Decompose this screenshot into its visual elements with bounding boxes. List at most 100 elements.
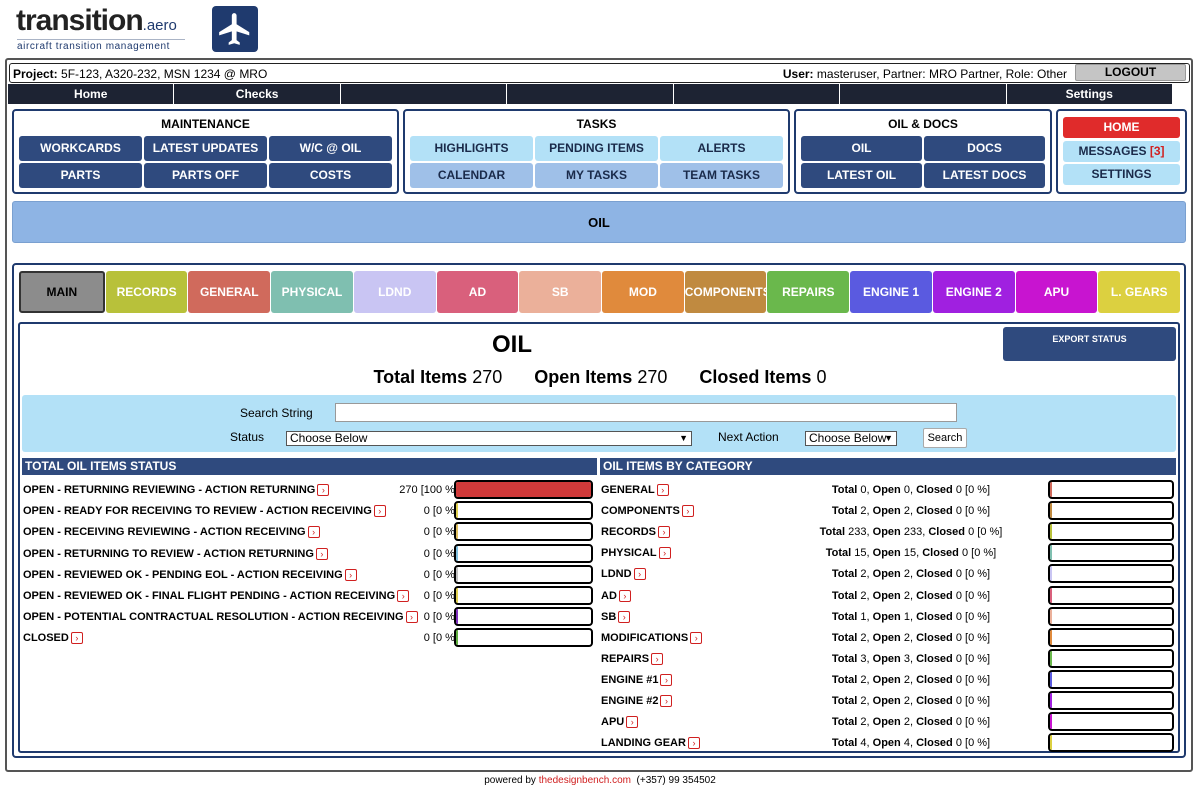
costs-button[interactable]: COSTS: [269, 163, 392, 188]
nav-checks[interactable]: Checks: [174, 84, 341, 104]
tasks-title: TASKS: [576, 117, 617, 131]
status-progress-bar: [454, 607, 593, 627]
status-row: OPEN - RETURNING REVIEWING - ACTION RETU…: [23, 480, 596, 501]
maintenance-group: MAINTENANCE WORKCARDS LATEST UPDATES W/C…: [12, 109, 399, 194]
tab-general[interactable]: GENERAL: [188, 271, 271, 313]
parts-button[interactable]: PARTS: [19, 163, 142, 188]
next-action-label: Next Action: [718, 430, 779, 444]
logout-button[interactable]: LOGOUT: [1075, 64, 1186, 81]
open-link-icon[interactable]: ›: [344, 568, 357, 581]
open-link-icon[interactable]: ›: [651, 652, 664, 665]
tab-main[interactable]: MAIN: [19, 271, 105, 313]
oil-button[interactable]: OIL: [801, 136, 922, 161]
category-row-counts: Total 2, Open 2, Closed 0 [0 %]: [831, 631, 991, 644]
tasks-group: TASKS HIGHLIGHTS PENDING ITEMS ALERTS CA…: [403, 109, 790, 194]
tab-ldnd[interactable]: LDND: [353, 271, 436, 313]
tab-physical[interactable]: PHYSICAL: [271, 271, 353, 313]
open-link-icon[interactable]: ›: [618, 610, 631, 623]
category-row-counts: Total 15, Open 15, Closed 0 [0 %]: [825, 547, 997, 560]
category-row: LDND › Total 2, Open 2, Closed 0 [0 %]: [601, 564, 1176, 585]
status-row-value: 0 [0 %]: [423, 568, 458, 581]
user-info: User: masteruser, Partner: MRO Partner, …: [782, 67, 1067, 81]
export-status-button[interactable]: EXPORT STATUS: [1003, 327, 1176, 361]
status-row: OPEN - POTENTIAL CONTRACTUAL RESOLUTION …: [23, 607, 596, 628]
status-progress-fill: [456, 609, 459, 625]
category-row-counts: Total 2, Open 2, Closed 0 [0 %]: [831, 568, 991, 581]
chevron-down-icon: ▼: [884, 433, 893, 443]
open-link-icon[interactable]: ›: [315, 547, 328, 560]
tab-sb[interactable]: SB: [519, 271, 602, 313]
messages-button[interactable]: MESSAGES [3]: [1063, 141, 1180, 162]
open-link-icon[interactable]: ›: [618, 589, 631, 602]
category-row-counts: Total 4, Open 4, Closed 0 [0 %]: [831, 737, 991, 750]
tab-components[interactable]: COMPONENTS: [684, 271, 767, 313]
category-progress-fill: [1050, 629, 1052, 645]
open-link-icon[interactable]: ›: [681, 505, 694, 518]
category-row: PHYSICAL › Total 15, Open 15, Closed 0 [0 …: [601, 543, 1176, 564]
latest-oil-button[interactable]: LATEST OIL: [801, 163, 922, 188]
search-button[interactable]: Search: [923, 428, 967, 448]
status-row: OPEN - READY FOR RECEIVING TO REVIEW - A…: [23, 501, 596, 522]
closed-items-value: 0: [816, 367, 827, 387]
latest-docs-button[interactable]: LATEST DOCS: [924, 163, 1045, 188]
status-row-value: 0 [0 %]: [423, 632, 458, 645]
latest-updates-button[interactable]: LATEST UPDATES: [144, 136, 267, 161]
workcards-button[interactable]: WORKCARDS: [19, 136, 142, 161]
open-link-icon[interactable]: ›: [687, 737, 700, 750]
status-progress-fill: [456, 630, 459, 646]
nav-home[interactable]: Home: [8, 84, 175, 104]
highlights-button[interactable]: HIGHLIGHTS: [410, 136, 533, 161]
category-progress-bar: [1048, 501, 1174, 521]
category-row: REPAIRS › Total 3, Open 3, Closed 0 [0 %]: [601, 648, 1176, 670]
category-progress-bar: [1048, 606, 1174, 626]
search-input[interactable]: [335, 403, 957, 422]
calendar-button[interactable]: CALENDAR: [410, 163, 533, 188]
open-link-icon[interactable]: ›: [70, 632, 83, 645]
tab-repairs[interactable]: REPAIRS: [767, 271, 850, 313]
tab-apu[interactable]: APU: [1015, 271, 1098, 313]
open-link-icon[interactable]: ›: [317, 484, 330, 496]
home-button[interactable]: HOME: [1063, 117, 1180, 138]
team-tasks-button[interactable]: TEAM TASKS: [660, 163, 783, 188]
docs-button[interactable]: DOCS: [924, 136, 1045, 161]
open-link-icon[interactable]: ›: [656, 484, 669, 496]
parts-off-button[interactable]: PARTS OFF: [144, 163, 267, 188]
open-link-icon[interactable]: ›: [658, 526, 671, 539]
my-tasks-button[interactable]: MY TASKS: [535, 163, 658, 188]
category-section-header: OIL ITEMS BY CATEGORY: [600, 458, 1176, 475]
status-select[interactable]: Choose Below ▼: [286, 431, 692, 446]
search-string-label: Search String: [240, 406, 313, 420]
tab-records[interactable]: RECORDS: [105, 271, 188, 313]
open-link-icon[interactable]: ›: [307, 526, 320, 539]
wc-at-oil-button[interactable]: W/C @ OIL: [269, 136, 392, 161]
open-link-icon[interactable]: ›: [660, 673, 673, 686]
open-link-icon[interactable]: ›: [633, 568, 646, 581]
tab-engine-2[interactable]: ENGINE 2: [932, 271, 1015, 313]
tab-mod[interactable]: MOD: [602, 271, 684, 313]
logo[interactable]: transition.aero aircraft transition mana…: [16, 4, 258, 52]
tab-engine-1[interactable]: ENGINE 1: [850, 271, 932, 313]
category-progress-fill: [1050, 693, 1052, 708]
status-row: OPEN - REVIEWED OK - PENDING EOL - ACTIO…: [23, 564, 596, 586]
next-action-select[interactable]: Choose Below ▼: [805, 431, 897, 446]
project-info: Project: 5F-123, A320-232, MSN 1234 @ MR…: [13, 67, 268, 81]
category-progress-bar: [1048, 733, 1174, 753]
open-link-icon[interactable]: ›: [690, 631, 703, 644]
open-link-icon[interactable]: ›: [660, 695, 673, 707]
open-link-icon[interactable]: ›: [658, 547, 671, 560]
nav-settings[interactable]: Settings: [1006, 84, 1172, 104]
settings-button[interactable]: SETTINGS: [1063, 164, 1180, 185]
chevron-down-icon: ▼: [679, 433, 688, 443]
category-row-counts: Total 2, Open 2, Closed 0 [0 %]: [831, 673, 991, 686]
category-progress-fill: [1050, 650, 1052, 666]
open-link-icon[interactable]: ›: [626, 716, 639, 729]
pending-items-button[interactable]: PENDING ITEMS: [535, 136, 658, 161]
tab-ad[interactable]: AD: [436, 271, 519, 313]
category-row: SB › Total 1, Open 1, Closed 0 [0 %]: [601, 606, 1176, 628]
category-progress-bar: [1048, 543, 1174, 563]
category-row-counts: Total 2, Open 2, Closed 0 [0 %]: [831, 589, 991, 602]
status-progress-fill: [456, 503, 459, 519]
alerts-button[interactable]: ALERTS: [660, 136, 783, 161]
tab-l-gears[interactable]: L. GEARS: [1098, 271, 1181, 313]
footer-link[interactable]: thedesignbench.com: [539, 775, 631, 786]
